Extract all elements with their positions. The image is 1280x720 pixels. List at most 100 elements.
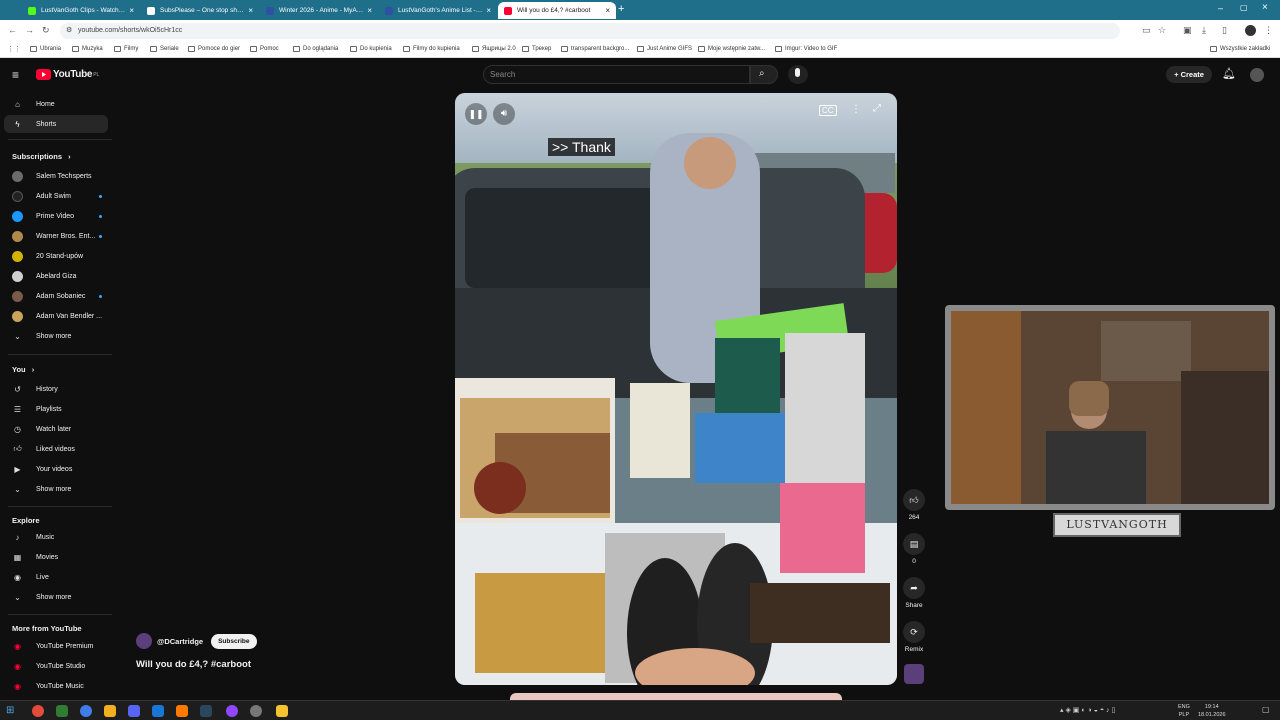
close-tab-icon[interactable]: ×: [129, 6, 134, 15]
maximize-icon[interactable]: ▢: [1240, 3, 1248, 12]
menu-kebab-icon[interactable]: ⋮: [1264, 25, 1273, 36]
close-tab-icon[interactable]: ×: [248, 6, 253, 15]
sidebar-item-liked-videos[interactable]: 👍︎ Liked videos: [4, 440, 108, 458]
hamburger-menu-icon[interactable]: ≡: [12, 68, 19, 82]
close-tab-icon[interactable]: ×: [486, 6, 491, 15]
bookmark-link[interactable]: Just Anime GIFS: [637, 46, 692, 52]
sound-thumbnail[interactable]: [904, 664, 924, 684]
close-window-icon[interactable]: ×: [1262, 2, 1268, 13]
new-tab-icon[interactable]: +: [618, 3, 624, 15]
show-more-you[interactable]: ⌄ Show more: [4, 480, 108, 498]
sidebar-item-your-videos[interactable]: ▶ Your videos: [4, 460, 108, 478]
app-taskbar-icon[interactable]: [80, 705, 92, 717]
sidepanel-icon[interactable]: ▯: [1222, 25, 1227, 36]
url-input[interactable]: ⚙ youtube.com/shorts/wkOi5cHr1cc: [60, 23, 1120, 39]
obs-taskbar-icon[interactable]: [250, 705, 262, 717]
sidebar-item-home[interactable]: ⌂ Home: [4, 95, 108, 113]
file-explorer-taskbar-icon[interactable]: [276, 705, 288, 717]
video-title[interactable]: Will you do £4,? #carboot: [136, 659, 251, 670]
sidebar-item-live[interactable]: ◉ Live: [4, 568, 108, 586]
account-avatar[interactable]: [1250, 68, 1264, 82]
sidebar-item-shorts[interactable]: ϟ Shorts: [4, 115, 108, 133]
close-tab-icon[interactable]: ×: [367, 6, 372, 15]
bookmark-star-icon[interactable]: ☆: [1158, 25, 1166, 36]
sidebar-item-youtube-studio[interactable]: ◉ YouTube Studio: [4, 657, 108, 675]
youtube-logo[interactable]: YouTube PL: [36, 69, 99, 80]
sidebar-subscription[interactable]: Abelard Giza: [4, 267, 108, 285]
all-bookmarks-folder[interactable]: Wszystkie zakładki: [1210, 46, 1270, 52]
captions-toggle-icon[interactable]: CC: [819, 105, 837, 116]
language-indicator[interactable]: ENG PLP: [1178, 703, 1190, 719]
show-more-explore[interactable]: ⌄ Show more: [4, 588, 108, 606]
browser-tab[interactable]: SubsPlease – One stop shop fo ×: [141, 2, 259, 19]
bookmark-link[interactable]: transparent backgro...: [561, 46, 629, 52]
channel-handle[interactable]: @DCartridge: [157, 637, 203, 646]
sidebar-item-music[interactable]: ♪ Music: [4, 528, 108, 546]
browser-tab-active[interactable]: Will you do £4,? #carboot ×: [498, 2, 616, 19]
sidebar-item-history[interactable]: ↺ History: [4, 380, 108, 398]
bookmark-folder[interactable]: Seriale: [150, 46, 179, 52]
like-button[interactable]: 👍︎ 264: [902, 489, 926, 521]
app-taskbar-icon[interactable]: [152, 705, 164, 717]
sidebar-item-youtube-premium[interactable]: ◉ YouTube Premium: [4, 637, 108, 655]
sidebar-subscription[interactable]: Prime Video: [4, 207, 108, 225]
windows-start-icon[interactable]: ⊞: [6, 705, 14, 716]
steam-taskbar-icon[interactable]: [200, 705, 212, 717]
back-icon[interactable]: ←: [8, 25, 17, 35]
app-taskbar-icon[interactable]: [104, 705, 116, 717]
search-button[interactable]: ⌕: [750, 65, 778, 84]
sidebar-subscription[interactable]: Adam Sobaniec: [4, 287, 108, 305]
reload-icon[interactable]: ↻: [42, 25, 50, 36]
site-info-icon[interactable]: ⚙: [66, 23, 72, 39]
search-input[interactable]: Search: [483, 65, 750, 84]
bookmark-folder[interactable]: Filmy do kupienia: [403, 46, 460, 52]
you-heading[interactable]: You ›: [12, 365, 34, 374]
bookmark-folder[interactable]: Filmy: [114, 46, 138, 52]
sidebar-subscription[interactable]: Adult Swim: [4, 187, 108, 205]
sidebar-item-movies[interactable]: ▦ Movies: [4, 548, 108, 566]
bookmark-link[interactable]: Ящрицы 2.0: [472, 46, 516, 52]
system-clock[interactable]: 19:14 18.01.2026: [1198, 703, 1226, 719]
sidebar-item-watch-later[interactable]: ◷ Watch later: [4, 420, 108, 438]
bookmark-folder[interactable]: Do kupienia: [350, 46, 392, 52]
system-tray-icons[interactable]: ▴ ◈ ▣ ◐ ◑ ◒ ◓ ♪ ▯: [1060, 706, 1115, 714]
notification-center-icon[interactable]: ▢: [1262, 705, 1270, 714]
sidebar-item-playlists[interactable]: ☰ Playlists: [4, 400, 108, 418]
channel-avatar[interactable]: [136, 633, 152, 649]
cast-icon[interactable]: ▭: [1142, 25, 1151, 36]
pause-button[interactable]: ❚❚: [465, 103, 487, 125]
more-options-icon[interactable]: ⋮: [851, 104, 861, 115]
bookmark-folder[interactable]: Ubrania: [30, 46, 61, 52]
chrome-taskbar-icon[interactable]: [32, 705, 44, 717]
bookmark-folder[interactable]: Pomoc: [250, 46, 279, 52]
bookmark-link[interactable]: Moje wstępnie zatw...: [698, 46, 765, 52]
apps-grid-icon[interactable]: ⋮⋮: [7, 45, 21, 53]
voice-search-button[interactable]: [788, 65, 808, 84]
browser-tab[interactable]: LustVanGoth Clips - Watch Live ×: [22, 2, 140, 19]
close-tab-icon[interactable]: ×: [605, 6, 610, 15]
shorts-video-player[interactable]: ❚❚ 🔊︎ CC ⋮ ⤢: [455, 93, 897, 685]
download-icon[interactable]: ⤓: [1202, 25, 1206, 36]
sidebar-item-youtube-music[interactable]: ◉ YouTube Music: [4, 677, 108, 695]
browser-tab[interactable]: Winter 2026 - Anime - MyAnim ×: [260, 2, 378, 19]
bookmark-link[interactable]: Imgur: Video to GIF: [775, 46, 837, 52]
profile-avatar[interactable]: [1245, 25, 1256, 36]
app-taskbar-icon[interactable]: [226, 705, 238, 717]
minimize-icon[interactable]: –: [1218, 3, 1223, 13]
next-short-preview[interactable]: [510, 693, 842, 700]
remix-button[interactable]: ⟳ Remix: [902, 621, 926, 653]
sidebar-subscription[interactable]: Adam Van Bendler ...: [4, 307, 108, 325]
discord-taskbar-icon[interactable]: [128, 705, 140, 717]
bookmark-folder[interactable]: Do oglądania: [293, 46, 338, 52]
bookmark-folder[interactable]: Muzyka: [72, 46, 103, 52]
show-more-subscriptions[interactable]: ⌄ Show more: [4, 327, 108, 345]
create-button[interactable]: + Create: [1166, 66, 1212, 83]
sidebar-subscription[interactable]: Salem Techsperts: [4, 167, 108, 185]
extension-icon[interactable]: ▣: [1183, 25, 1192, 36]
comments-button[interactable]: ▤ 0: [902, 533, 926, 565]
notifications-bell-icon[interactable]: 🔔︎: [1222, 67, 1236, 80]
sidebar-subscription[interactable]: 20 Stand-upów: [4, 247, 108, 265]
bookmark-link[interactable]: Трекер: [522, 46, 551, 52]
vlc-taskbar-icon[interactable]: [176, 705, 188, 717]
share-button[interactable]: ➦ Share: [902, 577, 926, 609]
